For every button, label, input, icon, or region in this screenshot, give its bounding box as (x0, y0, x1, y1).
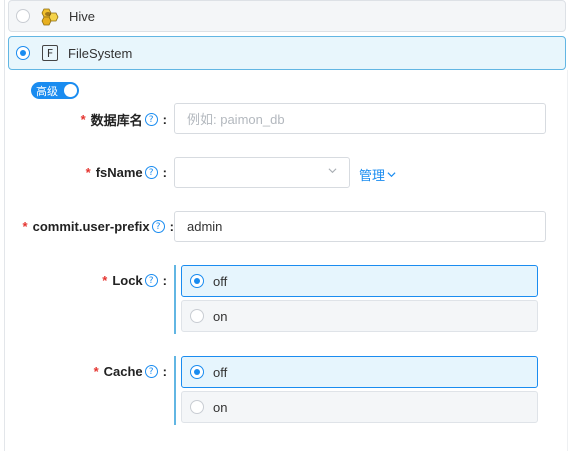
lock-group-indicator (174, 265, 176, 334)
label-colon: : (162, 364, 167, 379)
label-colon: : (162, 273, 167, 288)
chevron-down-icon (387, 172, 396, 178)
lock-on-label: on (213, 308, 228, 324)
label-colon: : (162, 165, 167, 180)
storage-option-filesystem[interactable]: F FileSystem (8, 36, 566, 70)
db-name-label: * 数据库名 ? : (81, 110, 167, 129)
commit-user-prefix-input[interactable]: admin (174, 211, 546, 242)
fsname-select[interactable] (174, 157, 350, 188)
fsname-label: * fsName ? : (86, 165, 167, 180)
required-mark: * (102, 273, 108, 288)
cache-option-off[interactable]: off (181, 356, 538, 388)
lock-label-text: Lock (112, 273, 143, 288)
hive-option-label: Hive (69, 8, 96, 24)
lock-option-on[interactable]: on (181, 300, 538, 332)
lock-on-radio[interactable] (190, 309, 204, 323)
hive-bee-icon (40, 6, 60, 26)
manage-link[interactable]: 管理 (359, 165, 396, 184)
commit-user-prefix-label: * commit.user-prefix ? : (23, 219, 174, 234)
storage-option-hive[interactable]: Hive (8, 0, 566, 32)
hive-radio[interactable] (16, 9, 30, 23)
help-icon[interactable]: ? (144, 113, 158, 126)
required-mark: * (93, 364, 99, 379)
advanced-toggle-label: 高级 (36, 85, 58, 98)
lock-label: * Lock ? : (102, 273, 167, 288)
db-name-input[interactable]: 例如: paimon_db (174, 103, 546, 134)
cache-option-on[interactable]: on (181, 391, 538, 423)
toggle-knob (64, 84, 77, 97)
required-mark: * (80, 112, 86, 127)
help-icon[interactable]: ? (144, 274, 158, 287)
filesystem-radio[interactable] (16, 46, 30, 60)
commit-user-prefix-label-text: commit.user-prefix (32, 219, 150, 234)
required-mark: * (22, 219, 28, 234)
help-icon[interactable]: ? (151, 220, 165, 233)
chevron-down-icon (328, 168, 337, 174)
lock-option-off[interactable]: off (181, 265, 538, 297)
cache-label-text: Cache (103, 364, 143, 379)
db-name-label-text: 数据库名 (90, 113, 143, 128)
cache-off-label: off (213, 364, 228, 380)
right-border (567, 70, 568, 451)
filesystem-option-label: FileSystem (68, 45, 133, 61)
help-icon[interactable]: ? (144, 166, 158, 179)
help-icon[interactable]: ? (144, 365, 158, 378)
cache-off-radio[interactable] (190, 365, 204, 379)
filesystem-f-icon: F (42, 45, 58, 61)
left-border (4, 0, 5, 451)
cache-group-indicator (174, 356, 176, 425)
db-name-placeholder: 例如: paimon_db (187, 112, 285, 127)
manage-link-label: 管理 (359, 168, 386, 183)
cache-on-label: on (213, 399, 228, 415)
advanced-toggle[interactable]: 高级 (31, 82, 79, 99)
fsname-label-text: fsName (95, 165, 143, 180)
lock-off-radio[interactable] (190, 274, 204, 288)
cache-on-radio[interactable] (190, 400, 204, 414)
required-mark: * (85, 165, 91, 180)
lock-off-label: off (213, 273, 228, 289)
commit-user-prefix-value: admin (187, 219, 223, 234)
cache-label: * Cache ? : (94, 364, 167, 379)
label-colon: : (162, 112, 167, 127)
